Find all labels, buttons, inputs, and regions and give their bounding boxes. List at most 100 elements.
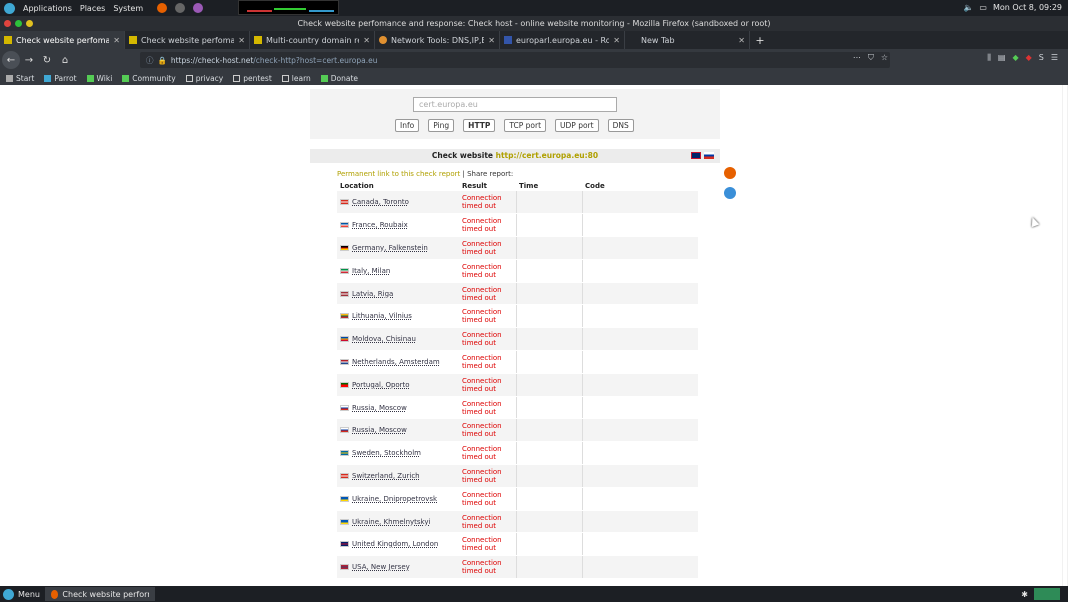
result-text: Connection: [462, 353, 502, 362]
new-tab-button[interactable]: +: [750, 31, 770, 49]
location-link[interactable]: Portugal, Oporto: [352, 381, 410, 389]
clock[interactable]: Mon Oct 8, 09:29: [993, 3, 1062, 12]
close-tab-icon[interactable]: ✕: [238, 36, 245, 45]
forward-button[interactable]: →: [20, 51, 38, 69]
location-cell: Italy, Milan: [337, 259, 459, 283]
tab-multi-country[interactable]: Multi-country domain res ✕: [250, 31, 375, 49]
close-tab-icon[interactable]: ✕: [738, 36, 745, 45]
country-flag-icon: [340, 472, 349, 479]
terminal-launcher-icon[interactable]: [175, 3, 186, 13]
location-link[interactable]: United Kingdom, London: [352, 540, 438, 548]
bookmark-start[interactable]: Start: [6, 74, 34, 83]
bookmark-donate[interactable]: Donate: [320, 74, 358, 83]
close-tab-icon[interactable]: ✕: [113, 36, 120, 45]
permanent-link[interactable]: Permanent link to this check report: [337, 170, 460, 178]
time-cell: [515, 213, 583, 238]
volume-icon[interactable]: 🔈: [963, 3, 973, 12]
extension-green-icon[interactable]: ◆: [1012, 53, 1018, 63]
sidebar-icon[interactable]: ▤: [998, 53, 1006, 63]
result-cell: Connection timed out: [459, 213, 516, 238]
location-link[interactable]: Netherlands, Amsterdam: [352, 358, 440, 366]
location-link[interactable]: Lithuania, Vilnius: [352, 312, 412, 320]
back-button[interactable]: ←: [2, 51, 20, 69]
udp-port-button[interactable]: UDP port: [555, 119, 599, 132]
share-icons: [724, 167, 736, 199]
bookmark-wiki[interactable]: Wiki: [86, 74, 112, 83]
bookmark-parrot[interactable]: Parrot: [44, 74, 77, 83]
result-text: Connection: [462, 239, 502, 248]
bookmark-pentest[interactable]: pentest: [233, 74, 272, 83]
places-menu[interactable]: Places: [80, 4, 105, 13]
result-cell: Connection timed out: [459, 327, 516, 352]
close-window-icon[interactable]: [4, 20, 11, 27]
reload-button[interactable]: ↻: [38, 51, 56, 69]
english-flag-icon[interactable]: [691, 152, 701, 159]
maximize-window-icon[interactable]: [15, 20, 22, 27]
location-link[interactable]: Latvia, Riga: [352, 290, 393, 298]
location-link[interactable]: France, Roubaix: [352, 221, 408, 229]
firefox-icon: [51, 589, 59, 599]
check-title-url[interactable]: http://cert.europa.eu:80: [496, 151, 598, 160]
location-link[interactable]: Sweden, Stockholm: [352, 449, 421, 457]
hamburger-menu-icon[interactable]: ☰: [1051, 53, 1058, 63]
toolbar-right: ⫼ ▤ ◆ ◆ S ☰: [987, 53, 1058, 63]
http-button[interactable]: HTTP: [463, 119, 496, 132]
taskbar-firefox-window[interactable]: Check website performa...: [45, 587, 155, 601]
library-icon[interactable]: ⫼: [987, 53, 991, 63]
country-flag-icon: [340, 541, 349, 548]
location-link[interactable]: Ukraine, Khmelnytskyi: [352, 518, 430, 526]
location-link[interactable]: Moldova, Chisinau: [352, 335, 416, 343]
location-link[interactable]: Russia, Moscow: [352, 426, 407, 434]
close-tab-icon[interactable]: ✕: [488, 36, 495, 45]
tab-check-website-1[interactable]: Check website perfomanc ✕: [0, 31, 125, 49]
lock-icon[interactable]: 🔒: [158, 56, 167, 65]
url-bar[interactable]: ⓘ 🔒 https://check-host.net/check-http?ho…: [140, 52, 890, 68]
page-scrollbar[interactable]: [1062, 85, 1068, 586]
location-link[interactable]: USA, New Jersey: [352, 563, 410, 571]
bookmark-learn[interactable]: learn: [281, 74, 311, 83]
pocket-icon[interactable]: ⛉: [868, 53, 874, 63]
location-link[interactable]: Germany, Falkenstein: [352, 244, 428, 252]
firefox-launcher-icon[interactable]: [157, 3, 168, 13]
dns-button[interactable]: DNS: [607, 119, 634, 132]
info-button[interactable]: Info: [395, 119, 420, 132]
app-launcher-icon[interactable]: [193, 3, 204, 13]
ping-button[interactable]: Ping: [428, 119, 455, 132]
russian-flag-icon[interactable]: [704, 152, 714, 159]
more-actions-icon[interactable]: ⋯: [853, 53, 861, 63]
telegram-share-icon[interactable]: [724, 187, 736, 199]
results-body: Canada, Toronto Connection timed out France…: [337, 191, 698, 580]
firefox-share-icon[interactable]: [724, 167, 736, 179]
tab-network-tools[interactable]: Network Tools: DNS,IP,E ✕: [375, 31, 500, 49]
bookmark-privacy[interactable]: privacy: [185, 74, 223, 83]
minimize-window-icon[interactable]: [26, 20, 33, 27]
close-tab-icon[interactable]: ✕: [613, 36, 620, 45]
location-link[interactable]: Ukraine, Dnipropetrovsk: [352, 495, 437, 503]
table-row: Italy, Milan Connection timed out: [337, 259, 698, 283]
time-cell: [515, 373, 583, 397]
taskbar-menu-button[interactable]: Menu: [0, 588, 45, 600]
info-icon[interactable]: ⓘ: [146, 55, 154, 66]
close-tab-icon[interactable]: ✕: [363, 36, 370, 45]
location-link[interactable]: Italy, Milan: [352, 267, 390, 275]
parrot-logo-icon[interactable]: [4, 2, 15, 14]
location-link[interactable]: Switzerland, Zurich: [352, 472, 420, 480]
header-location: Location: [340, 182, 374, 190]
bookmark-star-icon[interactable]: ☆: [881, 53, 888, 63]
home-button[interactable]: ⌂: [56, 51, 74, 69]
tcp-port-button[interactable]: TCP port: [504, 119, 547, 132]
location-link[interactable]: Russia, Moscow: [352, 404, 407, 412]
tab-new-tab[interactable]: New Tab ✕: [625, 31, 750, 49]
extension-icon[interactable]: S: [1039, 53, 1044, 63]
tab-check-website-2[interactable]: Check website perfoman ✕: [125, 31, 250, 49]
table-row: Sweden, Stockholm Connection timed out: [337, 441, 698, 466]
network-tray-icon[interactable]: ✱: [1021, 590, 1028, 599]
workspace-switcher[interactable]: [1034, 588, 1060, 600]
tab-europarl[interactable]: europarl.europa.eu - Rob ✕: [500, 31, 625, 49]
bookmark-community[interactable]: Community: [122, 74, 176, 83]
location-link[interactable]: Canada, Toronto: [352, 198, 409, 206]
extension-red-icon[interactable]: ◆: [1026, 53, 1032, 63]
host-input[interactable]: cert.europa.eu: [413, 97, 617, 112]
applications-menu[interactable]: Applications: [23, 4, 72, 13]
system-menu[interactable]: System: [113, 4, 143, 13]
